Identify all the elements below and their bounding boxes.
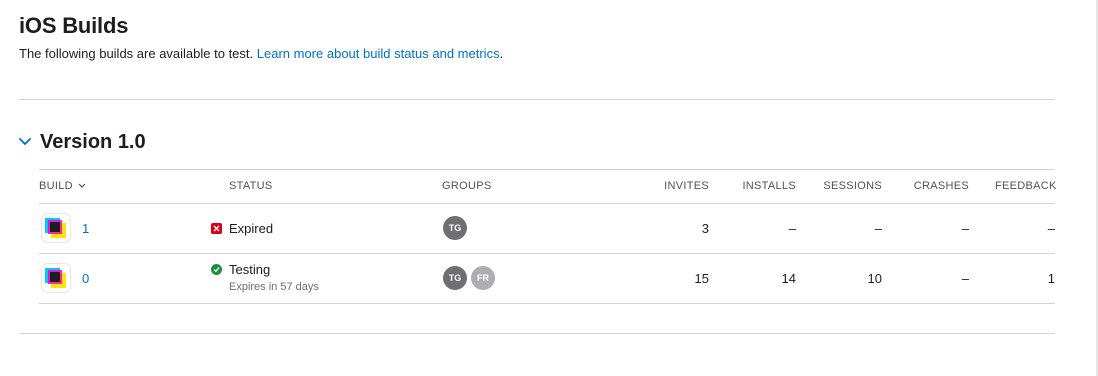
x-square-icon [211,223,222,234]
bottom-divider [19,333,1055,334]
table-top-border [39,169,1055,170]
subtitle-end: . [499,46,504,61]
installs-value: 14 [781,271,796,286]
column-header-build[interactable]: BUILD [39,180,86,192]
column-header-crashes: CRASHES [913,180,969,192]
version-title: Version 1.0 [40,130,146,153]
column-header-sessions: SESSIONS [823,180,882,192]
column-header-feedback: FEEDBACK [995,180,1057,192]
invites-value: 3 [701,221,709,236]
subtitle-text: The following builds are available to te… [19,46,254,61]
feedback-value: 1 [1047,271,1055,286]
chevron-down-icon[interactable] [19,135,33,149]
app-icon [41,263,71,293]
row-divider [39,253,1055,254]
column-header-groups: GROUPS [442,180,492,192]
app-icon [41,213,71,243]
checkmark-circle-icon [211,264,222,275]
crashes-value: – [961,271,969,286]
sessions-value: – [874,221,882,236]
group-avatar[interactable]: FR [471,266,495,290]
chevron-down-icon [78,180,86,192]
crashes-value: – [961,221,969,236]
version-section-toggle[interactable]: Version 1.0 [19,130,146,154]
build-number-link[interactable]: 0 [82,271,89,286]
feedback-value: – [1047,221,1055,236]
header-build-label: BUILD [39,180,73,192]
status-sublabel: Expires in 57 days [229,281,319,293]
column-header-invites: INVITES [664,180,709,192]
table-bottom-border [39,303,1055,304]
status-label: Testing [229,262,271,277]
build-number-link[interactable]: 1 [82,221,89,236]
page-subtitle: The following builds are available to te… [19,46,503,61]
column-header-status: STATUS [229,180,273,192]
group-avatar[interactable]: TG [443,216,467,240]
installs-value: – [788,221,796,236]
header-divider [39,203,1055,204]
group-avatar[interactable]: TG [443,266,467,290]
learn-more-link[interactable]: Learn more about build status and metric… [257,46,500,61]
invites-value: 15 [694,271,709,286]
sessions-value: 10 [867,271,882,286]
top-divider [19,99,1055,100]
page-title: iOS Builds [19,13,129,38]
status-label: Expired [229,221,274,236]
column-header-installs: INSTALLS [742,180,796,192]
